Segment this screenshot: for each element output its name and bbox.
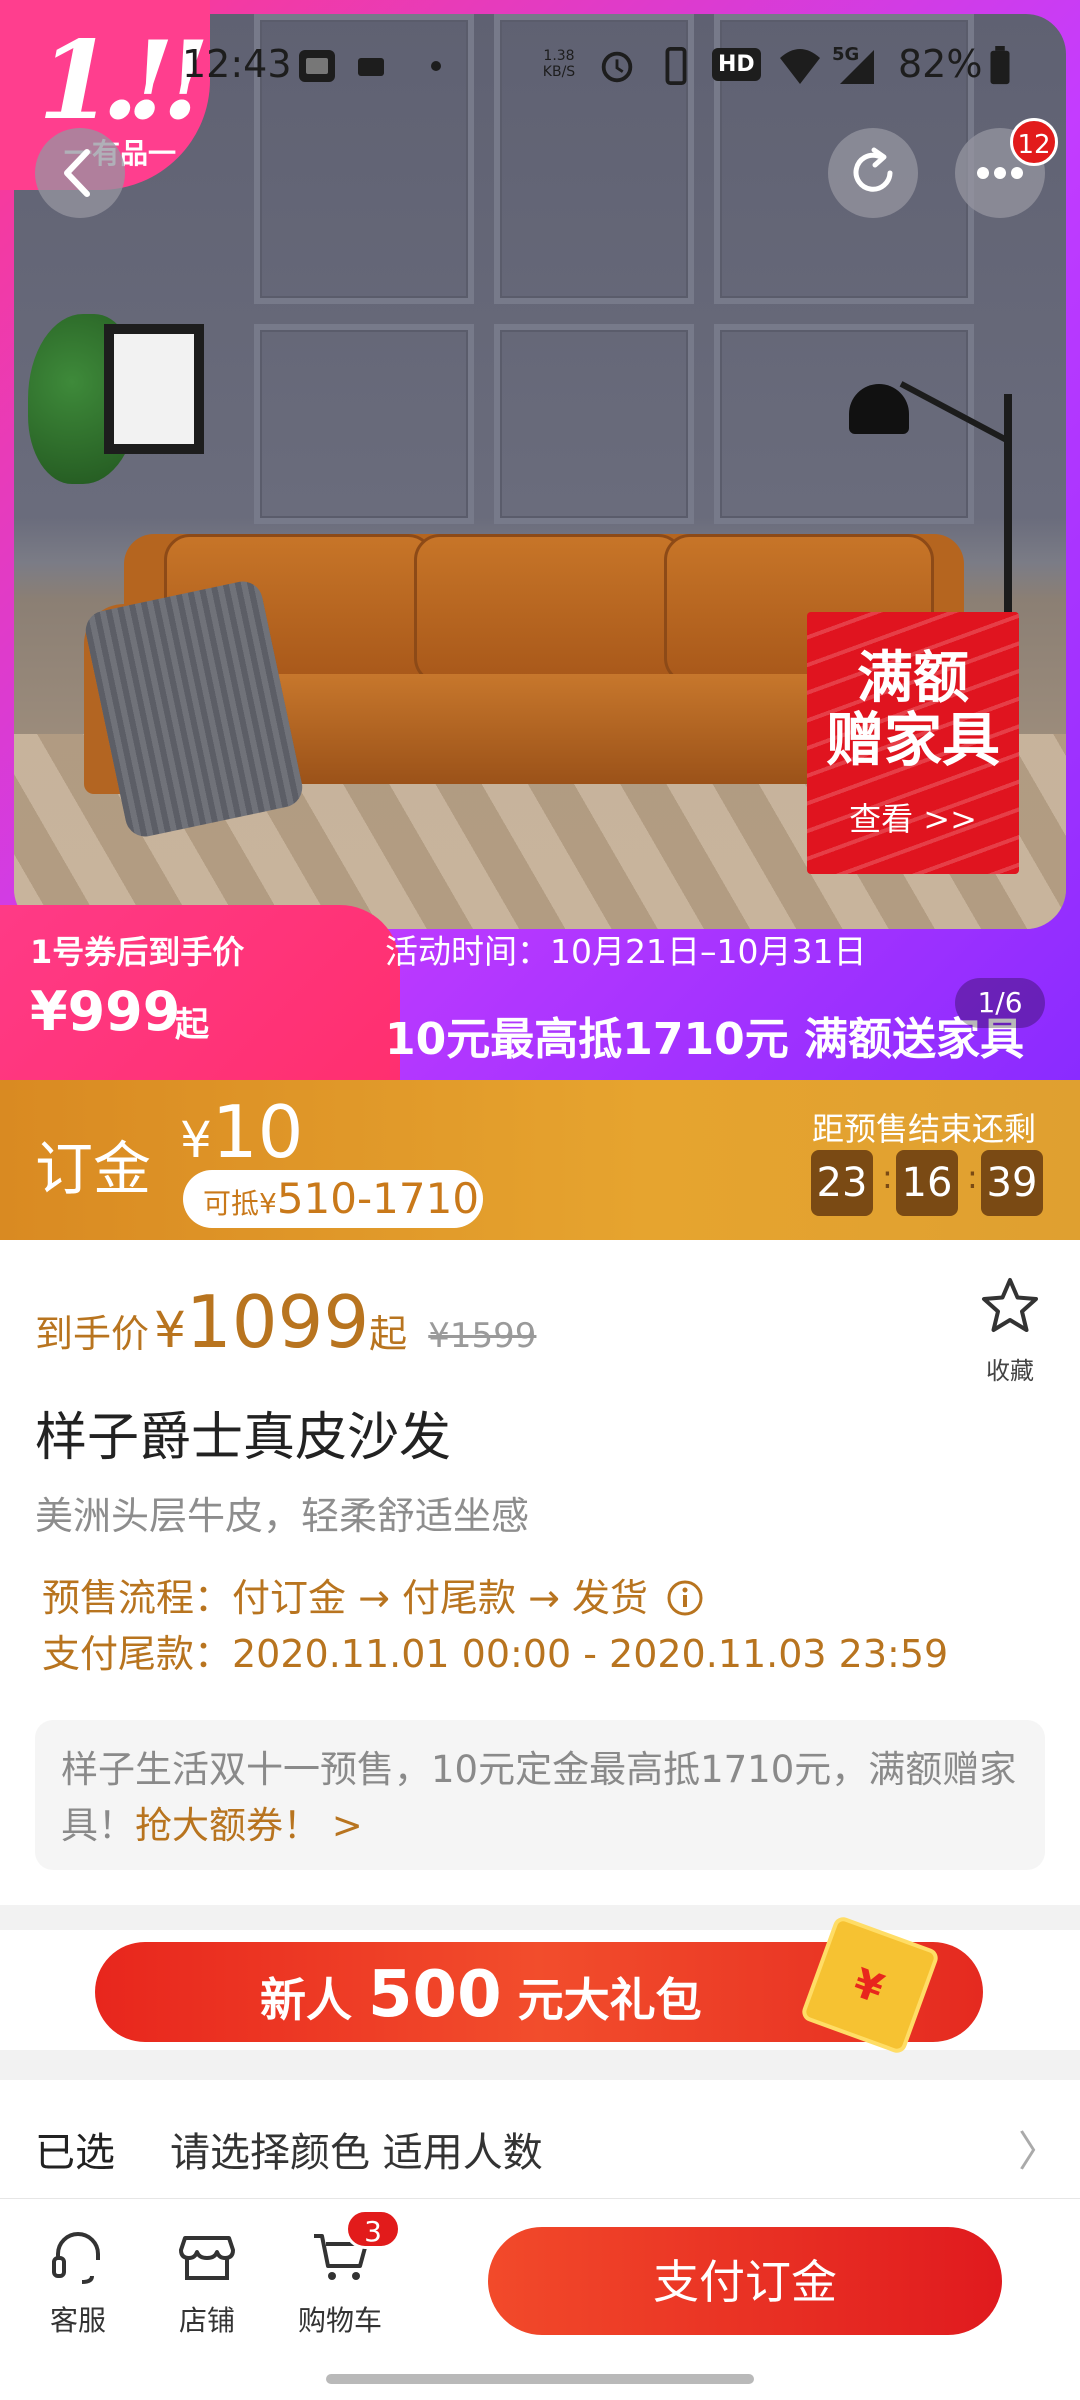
deposit-offset-pill: 可抵¥510-1710 <box>183 1170 483 1228</box>
image-page-indicator: 1/6 <box>955 978 1045 1028</box>
battery-percent: 82% <box>898 42 983 86</box>
product-subtitle: 美洲头层牛皮，轻柔舒适坐感 <box>35 1494 530 1538</box>
activity-banner: 活动时间：10月21日–10月31日 10元最高抵1710元 满额送家具 <box>385 925 1024 1067</box>
activity-time: 活动时间：10月21日–10月31日 <box>385 932 867 971</box>
signal-icon <box>840 50 874 84</box>
wall-panel <box>714 324 974 524</box>
hd-icon: HD <box>712 48 761 81</box>
product-title: 样子爵士真皮沙发 <box>35 1408 452 1468</box>
gift-banner-text: 新人 500 元大礼包 <box>260 1958 702 2032</box>
gift-pre: 新人 <box>260 1973 352 2027</box>
coupon-price: ¥999 <box>30 980 181 1043</box>
deposit-currency: ¥ <box>180 1111 212 1169</box>
net-speed: 1.38 KB/S <box>542 48 576 80</box>
coupon-price-suffix: 起 <box>175 1005 209 1045</box>
sofa-cushion <box>414 534 684 684</box>
activity-slogan: 10元最高抵1710元 满额送家具 <box>385 1014 1025 1065</box>
countdown-seconds: 39 <box>981 1150 1043 1216</box>
battery-icon <box>990 46 1010 85</box>
red-envelope-icon <box>799 1914 941 2056</box>
final-price-prefix: 到手价 <box>35 1312 150 1356</box>
promo-badge[interactable]: 满额 赠家具 查看 >> <box>807 612 1019 874</box>
promo-badge-link[interactable]: 查看 >> <box>807 794 1019 840</box>
countdown-separator: : <box>967 1158 978 1196</box>
countdown-hours: 23 <box>811 1150 873 1216</box>
promo-badge-line1: 满额 <box>857 645 969 711</box>
new-user-gift-banner[interactable]: 新人 500 元大礼包 <box>95 1914 983 2056</box>
alarm-icon <box>601 51 633 83</box>
wall-panel <box>254 324 474 524</box>
balance-payment: 支付尾款：2020.11.01 00:00 - 2020.11.03 23:59 <box>42 1632 949 1676</box>
gift-amount: 500 <box>368 1958 502 2032</box>
spec-selection-row[interactable]: 已选 请选择颜色 适用人数 〉 <box>0 2080 1080 2198</box>
promo-badge-line2: 赠家具 <box>825 706 1000 774</box>
final-price-suffix: 起 <box>369 1312 408 1356</box>
deposit-offset-prefix: 可抵¥ <box>203 1187 277 1220</box>
selection-key: 已选 <box>35 2130 115 2176</box>
message-count-badge: 12 <box>1010 118 1058 166</box>
deposit-label: 订金 <box>35 1135 152 1203</box>
phone-icon <box>665 46 687 86</box>
video-notification-icon <box>358 58 384 76</box>
selection-value: 请选择颜色 适用人数 <box>170 2130 543 2176</box>
chevron-right-icon: 〉 <box>1018 2127 1061 2176</box>
coupon-price-box: 1号券后到手价 ¥999 起 <box>0 905 400 1080</box>
status-time: 12:43 <box>182 42 292 86</box>
cart-label: 购物车 <box>297 2304 382 2337</box>
coupon-link[interactable]: 抢大额券！ > <box>135 1804 363 1847</box>
new-user-gift-section: 新人 500 元大礼包 <box>0 1914 1080 2056</box>
deposit-amount: ¥10 <box>180 1090 303 1174</box>
bottom-action-bar: 客服 店铺 购物车 3 支付订金 <box>0 2198 1080 2400</box>
dot-icon <box>431 61 441 71</box>
status-bar: 12:43 1.38 KB/S HD 5G 82% <box>0 0 1080 140</box>
deposit-offset-range: 510-1710 <box>276 1174 480 1223</box>
store-icon <box>157 2221 257 2291</box>
presale-flow-row[interactable]: 预售流程：付订金 → 付尾款 → 发货 <box>42 1570 948 1626</box>
favorite-label: 收藏 <box>986 1357 1034 1385</box>
wifi-icon <box>780 49 820 84</box>
presale-deposit-bar: 订金 ¥10 可抵¥510-1710 距预售结束还剩 23 : 16 : 39 <box>0 1080 1080 1240</box>
shop-button[interactable]: 店铺 <box>157 2221 257 2339</box>
wall-panel <box>494 324 694 524</box>
price-row: 到手价 ¥1099起 ¥1599 <box>35 1280 536 1364</box>
wall-art <box>104 324 204 454</box>
countdown-separator: : <box>882 1158 893 1196</box>
final-price-currency: ¥ <box>154 1301 186 1359</box>
original-price: ¥1599 <box>428 1316 537 1356</box>
promo-notice[interactable]: 样子生活双十一预售，10元定金最高抵1710元，满额赠家具！抢大额券！ > <box>35 1720 1045 1870</box>
presale-info: 预售流程：付订金 → 付尾款 → 发货 支付尾款：2020.11.01 00:0… <box>42 1570 948 1682</box>
cart-count-badge: 3 <box>345 2209 401 2249</box>
back-arrow-icon <box>64 149 90 197</box>
deposit-value: 10 <box>211 1090 304 1174</box>
final-price: 1099 <box>185 1280 370 1364</box>
favorite-button[interactable]: 收藏 <box>975 1275 1045 1386</box>
coupon-price-caption: 1号券后到手价 <box>30 933 245 971</box>
gift-post: 元大礼包 <box>517 1973 702 2027</box>
customer-service-label: 客服 <box>49 2304 106 2337</box>
product-info-card: 到手价 ¥1099起 ¥1599 收藏 样子爵士真皮沙发 美洲头层牛皮，轻柔舒适… <box>0 1240 1080 1905</box>
share-icon <box>853 147 893 192</box>
shop-label: 店铺 <box>178 2304 235 2337</box>
home-indicator[interactable] <box>326 2374 754 2384</box>
presale-flow: 预售流程：付订金 → 付尾款 → 发货 <box>42 1576 648 1620</box>
back-button[interactable] <box>35 128 125 218</box>
customer-service-button[interactable]: 客服 <box>28 2221 128 2339</box>
headset-icon <box>28 2221 128 2291</box>
countdown-minutes: 16 <box>896 1150 958 1216</box>
countdown-label: 距预售结束还剩 <box>812 1110 1037 1148</box>
gallery-notification-icon <box>299 50 335 82</box>
star-icon <box>975 1275 1045 1347</box>
share-button[interactable] <box>828 128 918 218</box>
pay-deposit-button[interactable]: 支付订金 <box>488 2227 1002 2335</box>
info-icon[interactable] <box>666 1579 704 1617</box>
